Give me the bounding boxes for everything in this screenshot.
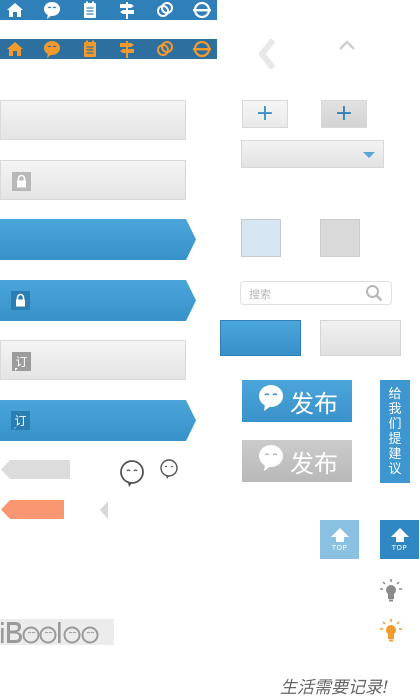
home-icon[interactable] <box>4 0 26 20</box>
top-label: TOP <box>391 544 408 552</box>
logo-wordmark <box>1 622 99 644</box>
blue-arrow-bar[interactable] <box>0 219 196 260</box>
iboolo-logo <box>0 619 114 645</box>
color-swatch-light-blue[interactable] <box>241 219 281 257</box>
metro-icon[interactable] <box>191 0 213 20</box>
feedback-button[interactable]: 给我们提建议 <box>380 380 410 483</box>
link-rings-icon[interactable] <box>154 39 176 59</box>
link-rings-icon[interactable] <box>154 0 176 20</box>
plus-label: + <box>255 101 275 126</box>
back-arrow-small[interactable] <box>98 500 110 520</box>
publish-button[interactable]: 发布 <box>242 380 352 422</box>
search-icon[interactable] <box>365 284 383 306</box>
back-to-top-button-light[interactable]: TOP <box>320 520 359 559</box>
lock-icon <box>12 172 31 195</box>
book-tag-icon: 订 <box>12 352 31 375</box>
add-button[interactable]: + <box>242 100 288 128</box>
search-placeholder: 搜索 <box>249 288 271 301</box>
chevron-up-icon[interactable] <box>338 39 356 51</box>
slogan-text: 生活需要记录! <box>280 678 389 698</box>
search-box[interactable]: 搜索 <box>240 281 392 305</box>
chat-bubble-icon[interactable] <box>41 39 63 59</box>
book-tag-icon: 订 <box>11 411 30 434</box>
add-button-pressed[interactable]: + <box>321 100 367 128</box>
smiley-chat-icon <box>258 444 284 478</box>
smiley-chat-icon <box>258 384 284 418</box>
blue-booking-bar[interactable]: 订 <box>0 400 196 441</box>
caret-down-icon <box>363 152 375 158</box>
gray-button[interactable] <box>320 320 401 356</box>
blue-password-bar[interactable] <box>0 280 196 321</box>
metro-icon[interactable] <box>191 39 213 59</box>
signpost-icon[interactable] <box>116 0 138 20</box>
lightbulb-on-icon[interactable] <box>380 619 402 643</box>
plus-label: + <box>334 101 354 126</box>
smiley-bubble-icon <box>120 460 144 487</box>
back-to-top-button[interactable]: TOP <box>380 520 419 559</box>
lock-icon <box>11 291 30 314</box>
text-input-plain[interactable] <box>0 100 186 140</box>
smiley-bubble-small-icon <box>160 459 178 479</box>
lightbulb-off-icon[interactable] <box>380 579 402 603</box>
feedback-label: 给我们提建议 <box>388 386 402 477</box>
color-swatch-gray[interactable] <box>320 219 360 257</box>
notepad-icon[interactable] <box>79 0 101 20</box>
arrow-up-icon <box>390 528 409 542</box>
icon-strip-active <box>0 39 217 59</box>
book-glyph: 订 <box>14 414 26 428</box>
blue-button[interactable] <box>220 320 301 356</box>
booking-input[interactable]: 订 <box>0 340 186 380</box>
home-icon[interactable] <box>4 39 26 59</box>
book-glyph: 订 <box>15 355 27 369</box>
password-input[interactable] <box>0 160 186 200</box>
dropdown-select[interactable] <box>241 140 384 168</box>
publish-label: 发布 <box>290 449 338 478</box>
chat-bubble-icon[interactable] <box>41 0 63 20</box>
gray-back-tag[interactable] <box>0 459 72 481</box>
orange-back-tag[interactable] <box>0 499 66 521</box>
icon-strip-default <box>0 0 217 20</box>
top-label: TOP <box>331 544 348 552</box>
publish-button-disabled[interactable]: 发布 <box>242 440 352 482</box>
arrow-up-icon <box>330 528 349 542</box>
signpost-icon[interactable] <box>116 39 138 59</box>
prev-arrow-faded-icon[interactable] <box>258 38 276 70</box>
publish-label: 发布 <box>290 389 338 418</box>
notepad-icon[interactable] <box>79 39 101 59</box>
